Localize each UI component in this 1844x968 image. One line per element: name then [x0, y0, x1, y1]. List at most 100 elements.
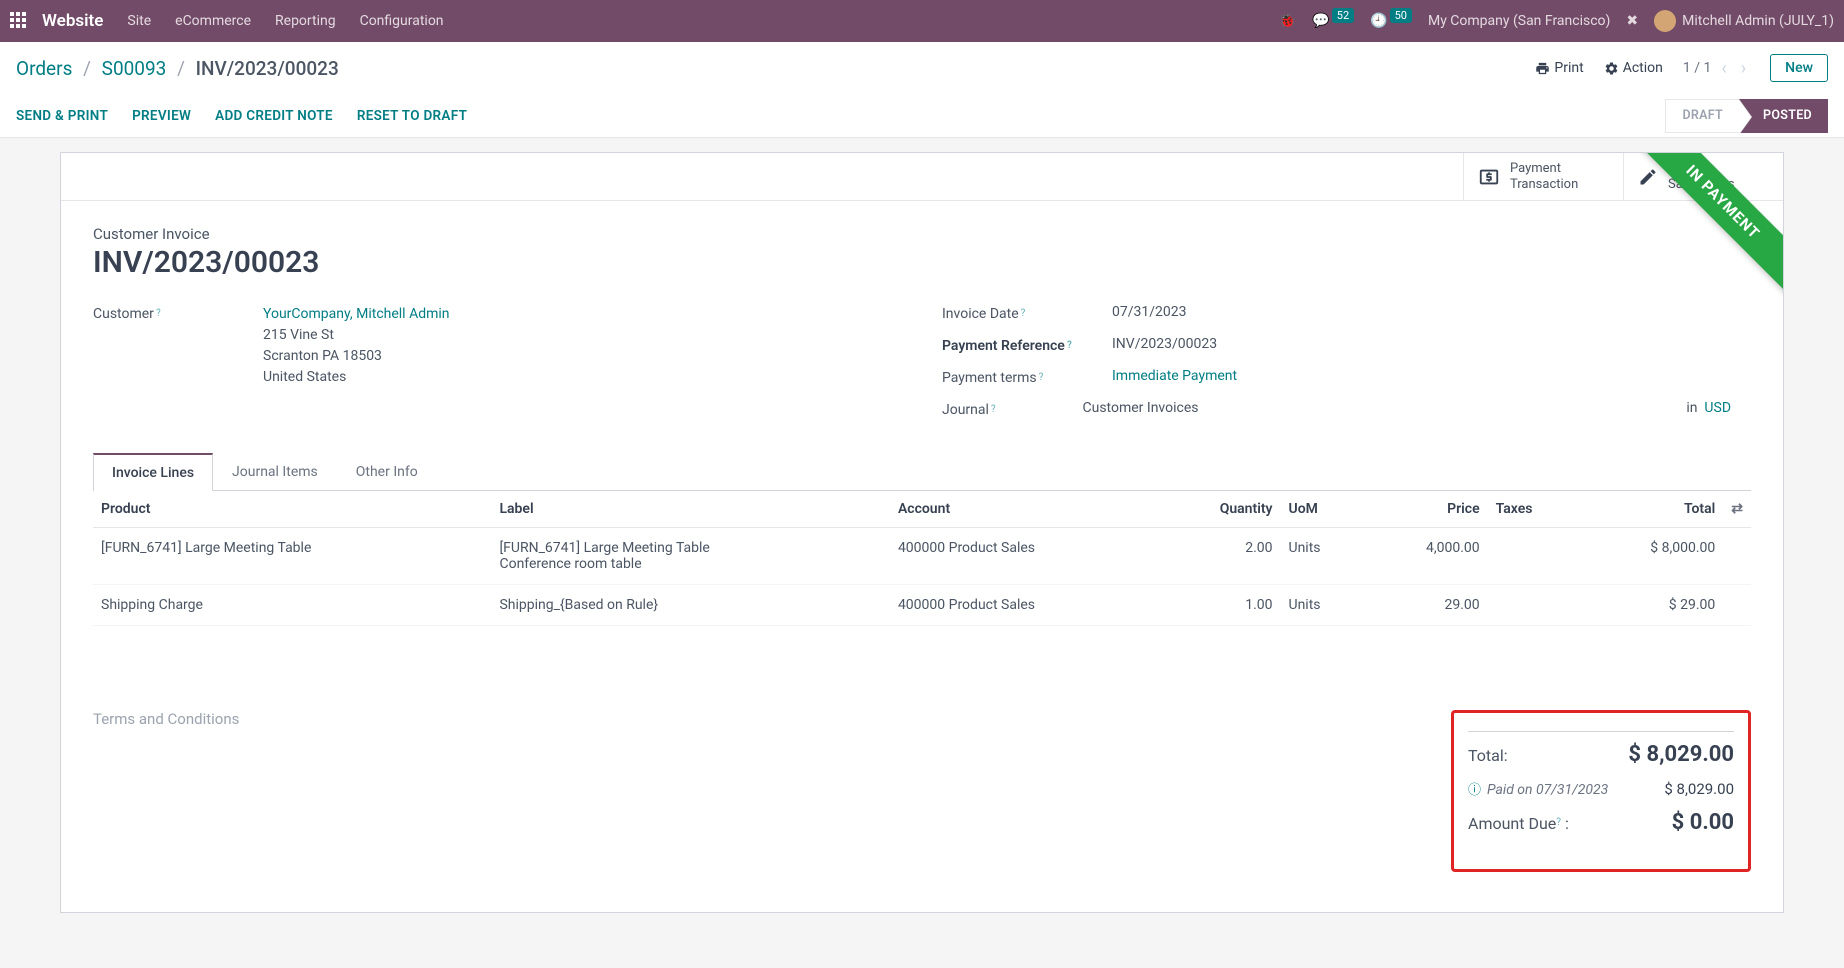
notebook-tabs: Invoice Lines Journal Items Other Info — [93, 452, 1751, 491]
tab-journal-items[interactable]: Journal Items — [213, 453, 337, 491]
cell-label: Shipping_{Based on Rule} — [491, 585, 889, 626]
info-icon[interactable]: ⓘ — [1468, 783, 1481, 798]
paid-value: $ 8,029.00 — [1664, 780, 1734, 798]
messages-icon[interactable]: 💬52 — [1312, 13, 1354, 29]
help-icon[interactable]: ? — [156, 308, 161, 319]
gear-icon — [1604, 61, 1619, 76]
total-value: $ 8,029.00 — [1628, 742, 1734, 767]
nav-right: 🐞 💬52 🕘50 My Company (San Francisco) ✖ M… — [1279, 10, 1834, 32]
cell-label: [FURN_6741] Large Meeting TableConferenc… — [491, 528, 889, 585]
cell-price: 29.00 — [1365, 585, 1488, 626]
print-button[interactable]: Print — [1535, 60, 1583, 76]
payment-reference-label: Payment Reference — [942, 338, 1065, 354]
help-icon[interactable]: ? — [1039, 372, 1044, 383]
stat-buttons: PaymentTransaction 1Sale Orders — [61, 153, 1783, 201]
tab-other-info[interactable]: Other Info — [337, 453, 437, 491]
journal-in: in — [1686, 400, 1697, 416]
breadcrumb-current: INV/2023/00023 — [196, 57, 339, 80]
payment-terms-link[interactable]: Immediate Payment — [1112, 368, 1237, 384]
status-bar: DRAFT POSTED — [1665, 94, 1828, 137]
pager-next[interactable]: › — [1737, 58, 1750, 79]
activities-badge: 50 — [1390, 8, 1412, 23]
customer-address-line2: Scranton PA 18503 — [263, 348, 382, 364]
amount-due-value: $ 0.00 — [1672, 810, 1734, 835]
payment-terms-label: Payment terms — [942, 370, 1037, 386]
debug-icon[interactable]: 🐞 — [1279, 13, 1296, 29]
pager-count: 1 / 1 — [1683, 60, 1711, 76]
tab-invoice-lines[interactable]: Invoice Lines — [93, 453, 213, 491]
menu-ecommerce[interactable]: eCommerce — [175, 13, 251, 29]
customer-address-line1: 215 Vine St — [263, 327, 334, 343]
help-icon[interactable]: ? — [991, 404, 996, 415]
send-print-button[interactable]: SEND & PRINT — [16, 108, 108, 124]
cell-total: $ 8,000.00 — [1581, 528, 1724, 585]
pager-prev[interactable]: ‹ — [1717, 58, 1730, 79]
document-title: INV/2023/00023 — [93, 245, 1751, 280]
messages-badge: 52 — [1332, 8, 1354, 23]
settings-icon[interactable]: ✖ — [1626, 13, 1638, 29]
col-label: Label — [491, 491, 889, 528]
breadcrumb-sale-order[interactable]: S00093 — [102, 57, 167, 80]
help-icon[interactable]: ? — [1067, 340, 1072, 351]
col-quantity: Quantity — [1159, 491, 1280, 528]
col-product: Product — [93, 491, 491, 528]
terms-input[interactable]: Terms and Conditions — [93, 710, 1451, 872]
col-uom: UoM — [1281, 491, 1366, 528]
col-taxes: Taxes — [1488, 491, 1581, 528]
journal-label: Journal — [942, 402, 989, 418]
company-selector[interactable]: My Company (San Francisco) — [1428, 13, 1610, 29]
customer-label: Customer — [93, 306, 154, 322]
columns-config-icon[interactable]: ⇄ — [1731, 501, 1743, 517]
cell-price: 4,000.00 — [1365, 528, 1488, 585]
total-label: Total: — [1468, 746, 1508, 765]
totals-box: Total: $ 8,029.00 ⓘ Paid on 07/31/2023 $ … — [1451, 710, 1751, 872]
paid-on-label: Paid on 07/31/2023 — [1487, 782, 1608, 798]
cell-uom: Units — [1281, 585, 1366, 626]
payment-transaction-button[interactable]: PaymentTransaction — [1463, 153, 1623, 200]
menu-site[interactable]: Site — [127, 13, 151, 29]
cell-total: $ 29.00 — [1581, 585, 1724, 626]
cell-quantity: 1.00 — [1159, 585, 1280, 626]
table-row[interactable]: Shipping Charge Shipping_{Based on Rule}… — [93, 585, 1751, 626]
journal-value: Customer Invoices — [1082, 400, 1198, 416]
menu-configuration[interactable]: Configuration — [360, 13, 444, 29]
col-price: Price — [1365, 491, 1488, 528]
add-credit-note-button[interactable]: ADD CREDIT NOTE — [215, 108, 333, 124]
brand[interactable]: Website — [42, 11, 103, 31]
pencil-icon — [1638, 166, 1658, 187]
table-row[interactable]: [FURN_6741] Large Meeting Table [FURN_67… — [93, 528, 1751, 585]
cell-product: [FURN_6741] Large Meeting Table — [93, 528, 491, 585]
activities-icon[interactable]: 🕘50 — [1370, 13, 1412, 29]
new-button[interactable]: New — [1770, 54, 1828, 82]
status-posted[interactable]: POSTED — [1739, 99, 1828, 133]
status-draft[interactable]: DRAFT — [1665, 99, 1739, 133]
pager: 1 / 1 ‹ › — [1683, 58, 1750, 79]
amount-due-label: Amount Due — [1468, 814, 1556, 833]
control-bar: Orders / S00093 / INV/2023/00023 Print A… — [0, 42, 1844, 94]
cell-taxes — [1488, 585, 1581, 626]
top-nav: Website Site eCommerce Reporting Configu… — [0, 0, 1844, 42]
main-menu: Site eCommerce Reporting Configuration — [127, 13, 443, 29]
payment-icon — [1478, 165, 1500, 187]
reset-to-draft-button[interactable]: RESET TO DRAFT — [357, 108, 467, 124]
breadcrumb: Orders / S00093 / INV/2023/00023 — [16, 57, 339, 80]
cell-account: 400000 Product Sales — [890, 585, 1159, 626]
document-type: Customer Invoice — [93, 225, 1751, 243]
help-icon[interactable]: ? — [1556, 817, 1561, 828]
avatar — [1654, 10, 1676, 32]
preview-button[interactable]: PREVIEW — [132, 108, 191, 124]
breadcrumb-orders[interactable]: Orders — [16, 57, 72, 80]
user-menu[interactable]: Mitchell Admin (JULY_1) — [1654, 10, 1834, 32]
customer-link[interactable]: YourCompany, Mitchell Admin — [263, 306, 450, 322]
cell-taxes — [1488, 528, 1581, 585]
cell-account: 400000 Product Sales — [890, 528, 1159, 585]
apps-icon[interactable] — [10, 12, 28, 30]
menu-reporting[interactable]: Reporting — [275, 13, 336, 29]
col-total: Total — [1581, 491, 1724, 528]
help-icon[interactable]: ? — [1021, 308, 1026, 319]
currency-link[interactable]: USD — [1704, 400, 1731, 416]
invoice-lines-table: Product Label Account Quantity UoM Price… — [93, 491, 1751, 686]
col-account: Account — [890, 491, 1159, 528]
printer-icon — [1535, 61, 1550, 76]
action-button[interactable]: Action — [1604, 60, 1663, 76]
